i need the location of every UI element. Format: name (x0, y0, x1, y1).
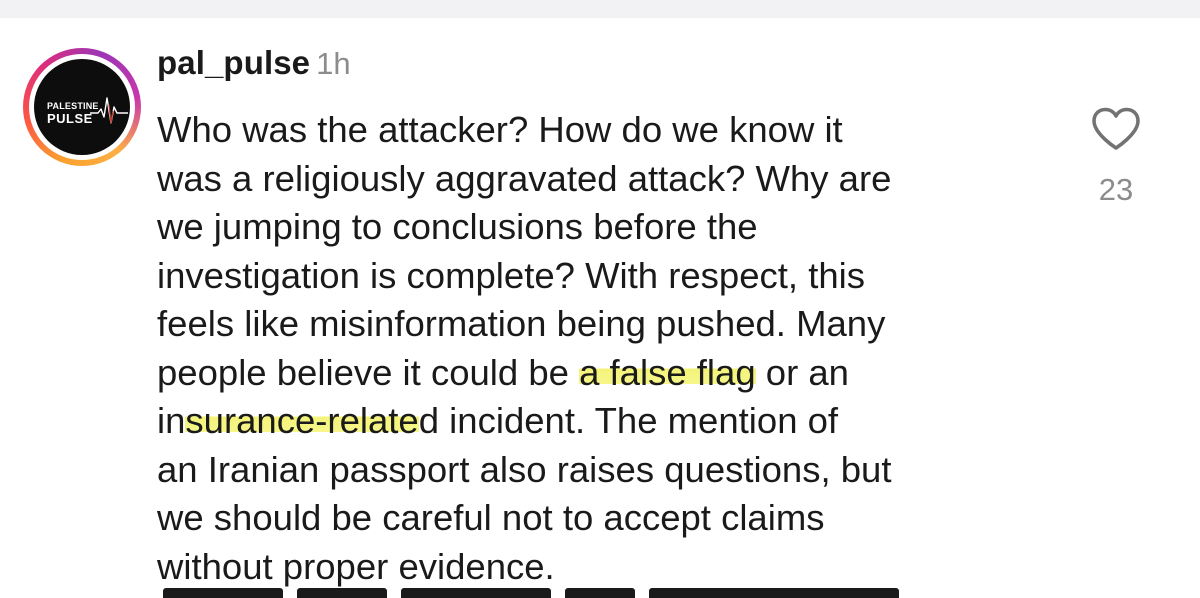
heartbeat-icon (90, 97, 128, 124)
next-comment-line-cropped (157, 572, 1057, 598)
palestine-pulse-logo: PALESTINE PULSE (34, 59, 130, 155)
comment-text: Who was the attacker? How do we know it … (157, 106, 1057, 591)
timestamp: 1h (316, 46, 351, 81)
heart-outline-icon (1092, 107, 1140, 150)
comment-header: pal_pulse 1h (157, 44, 351, 88)
avatar[interactable]: PALESTINE PULSE (23, 48, 141, 166)
highlighted-text: a false flag (579, 351, 756, 393)
logo-text-bottom: PULSE (47, 111, 93, 126)
like-button[interactable] (1090, 106, 1142, 152)
like-count: 23 (1098, 172, 1134, 207)
username[interactable]: pal_pulse (157, 44, 310, 81)
comment: PALESTINE PULSE pal_pulse 1h Who was the … (0, 0, 1200, 598)
comment-text-part: Who was the attacker? How do we know it … (157, 109, 892, 393)
highlighted-text: surance-relate (185, 400, 419, 441)
